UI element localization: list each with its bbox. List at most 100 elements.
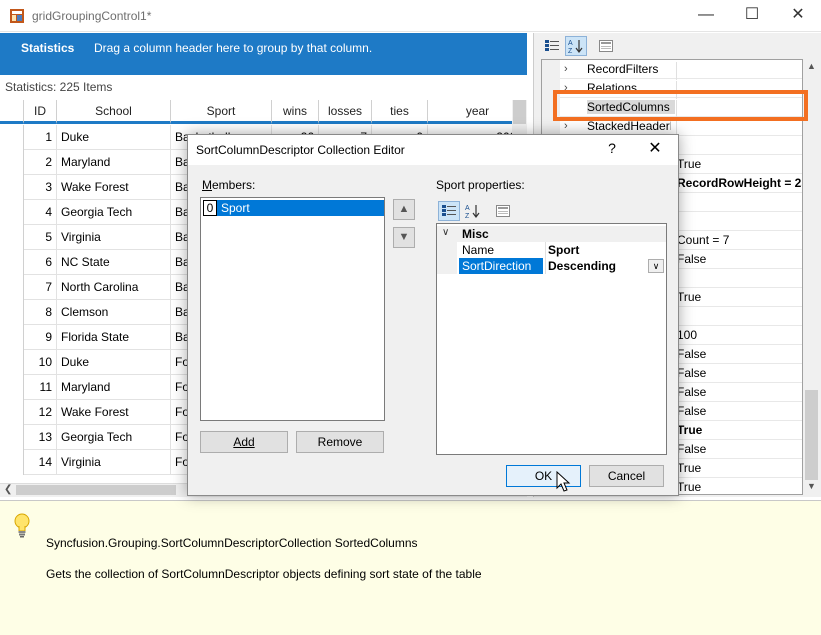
move-up-button[interactable]: ▲ (393, 199, 415, 220)
minimize-button[interactable]: — (683, 0, 729, 32)
row-header[interactable] (0, 200, 24, 225)
property-value[interactable]: False (676, 404, 802, 422)
cell-id[interactable]: 9 (24, 325, 57, 350)
cell-id[interactable]: 1 (24, 125, 57, 150)
row-header[interactable] (0, 325, 24, 350)
property-value[interactable]: True (676, 423, 802, 441)
row-header[interactable] (0, 375, 24, 400)
cell-id[interactable]: 7 (24, 275, 57, 300)
cell-id[interactable]: 8 (24, 300, 57, 325)
cell-id[interactable]: 2 (24, 150, 57, 175)
group-drop-area[interactable]: Statistics Drag a column header here to … (0, 33, 527, 75)
cell-school[interactable]: North Carolina (57, 275, 171, 300)
cell-id[interactable]: 13 (24, 425, 57, 450)
cell-id[interactable]: 12 (24, 400, 57, 425)
cell-school[interactable]: Duke (57, 350, 171, 375)
row-header[interactable] (0, 275, 24, 300)
cell-id[interactable]: 6 (24, 250, 57, 275)
property-value[interactable] (676, 195, 802, 213)
row-header[interactable] (0, 425, 24, 450)
column-header-ties[interactable]: ties (372, 100, 428, 124)
cell-school[interactable]: Florida State (57, 325, 171, 350)
cancel-button[interactable]: Cancel (589, 465, 664, 487)
row-header[interactable] (0, 175, 24, 200)
property-pages-icon[interactable] (595, 36, 617, 56)
property-value[interactable]: True (676, 461, 802, 479)
property-row-name[interactable]: Name Sport (437, 242, 666, 258)
maximize-button[interactable]: ☐ (729, 0, 775, 32)
collapse-icon[interactable]: ∨ (442, 227, 449, 238)
property-value[interactable] (676, 214, 802, 232)
property-value[interactable]: Sport (545, 242, 666, 258)
property-value[interactable] (676, 119, 802, 137)
dialog-property-grid[interactable]: ∨ Misc Name Sport SortDirection Descendi… (436, 223, 667, 455)
row-header[interactable] (0, 125, 24, 150)
cell-id[interactable]: 5 (24, 225, 57, 250)
row-header[interactable] (0, 225, 24, 250)
cell-id[interactable]: 4 (24, 200, 57, 225)
row-header[interactable] (0, 400, 24, 425)
cell-school[interactable]: Duke (57, 125, 171, 150)
cell-school[interactable]: Virginia (57, 225, 171, 250)
row-header[interactable] (0, 450, 24, 475)
property-pages-icon[interactable] (492, 201, 514, 221)
row-header[interactable] (0, 250, 24, 275)
expand-chevron-icon[interactable]: › (564, 119, 576, 133)
scroll-down-icon[interactable]: ▼ (807, 481, 816, 491)
remove-button[interactable]: Remove (296, 431, 384, 453)
close-button[interactable]: ✕ (775, 0, 821, 32)
property-value[interactable] (676, 138, 802, 156)
row-header[interactable] (0, 150, 24, 175)
cell-id[interactable]: 3 (24, 175, 57, 200)
property-value[interactable]: False (676, 366, 802, 384)
property-value[interactable]: False (676, 385, 802, 403)
categorized-icon[interactable] (438, 201, 460, 221)
category-row[interactable]: ∨ Misc (437, 226, 666, 242)
grid-horizontal-scroll-thumb[interactable] (16, 485, 176, 495)
cell-school[interactable]: Maryland (57, 150, 171, 175)
dropdown-button[interactable]: ∨ (648, 259, 664, 273)
cell-school[interactable]: Georgia Tech (57, 200, 171, 225)
property-value[interactable] (676, 271, 802, 289)
help-button[interactable]: ? (602, 140, 622, 156)
members-list[interactable]: 0 Sport (200, 197, 385, 421)
column-header-sport[interactable]: Sport (171, 100, 272, 124)
property-value[interactable]: False (676, 347, 802, 365)
cell-school[interactable]: Wake Forest (57, 400, 171, 425)
column-header-id[interactable]: ID (24, 100, 57, 124)
property-value[interactable]: True (676, 157, 802, 175)
cell-id[interactable]: 10 (24, 350, 57, 375)
cell-school[interactable]: Wake Forest (57, 175, 171, 200)
cell-id[interactable]: 11 (24, 375, 57, 400)
cell-school[interactable]: Maryland (57, 375, 171, 400)
categorized-icon[interactable] (541, 36, 563, 56)
property-value[interactable] (676, 309, 802, 327)
column-header-losses[interactable]: losses (319, 100, 372, 124)
move-down-button[interactable]: ▼ (393, 227, 415, 248)
list-item[interactable]: 0 Sport (203, 200, 384, 216)
cell-id[interactable]: 14 (24, 450, 57, 475)
column-header-year[interactable]: year (428, 100, 512, 124)
cell-school[interactable]: NC State (57, 250, 171, 275)
property-value[interactable]: RecordRowHeight = 25 (676, 176, 802, 194)
property-value[interactable]: False (676, 442, 802, 460)
expand-chevron-icon[interactable]: › (564, 62, 576, 76)
cell-school[interactable]: Clemson (57, 300, 171, 325)
alphabetical-icon[interactable]: A Z (565, 36, 587, 56)
property-value[interactable]: False (676, 252, 802, 270)
column-header-wins[interactable]: wins (272, 100, 319, 124)
row-header[interactable] (0, 350, 24, 375)
grid-vertical-scroll-thumb[interactable] (513, 100, 526, 124)
alphabetical-icon[interactable]: A Z (462, 201, 484, 221)
property-value[interactable]: True (676, 480, 802, 494)
property-vertical-scroll-thumb[interactable] (805, 390, 818, 480)
row-header[interactable] (0, 300, 24, 325)
scroll-up-icon[interactable]: ▲ (807, 61, 816, 71)
property-value[interactable]: Count = 7 (676, 233, 802, 251)
add-button[interactable]: Add (200, 431, 288, 453)
property-row-sortdirection[interactable]: SortDirection Descending ∨ (437, 258, 666, 274)
cell-school[interactable]: Georgia Tech (57, 425, 171, 450)
property-row[interactable]: › RecordFilters (542, 60, 802, 80)
dialog-close-button[interactable]: ✕ (644, 138, 666, 158)
column-header-school[interactable]: School (57, 100, 171, 124)
